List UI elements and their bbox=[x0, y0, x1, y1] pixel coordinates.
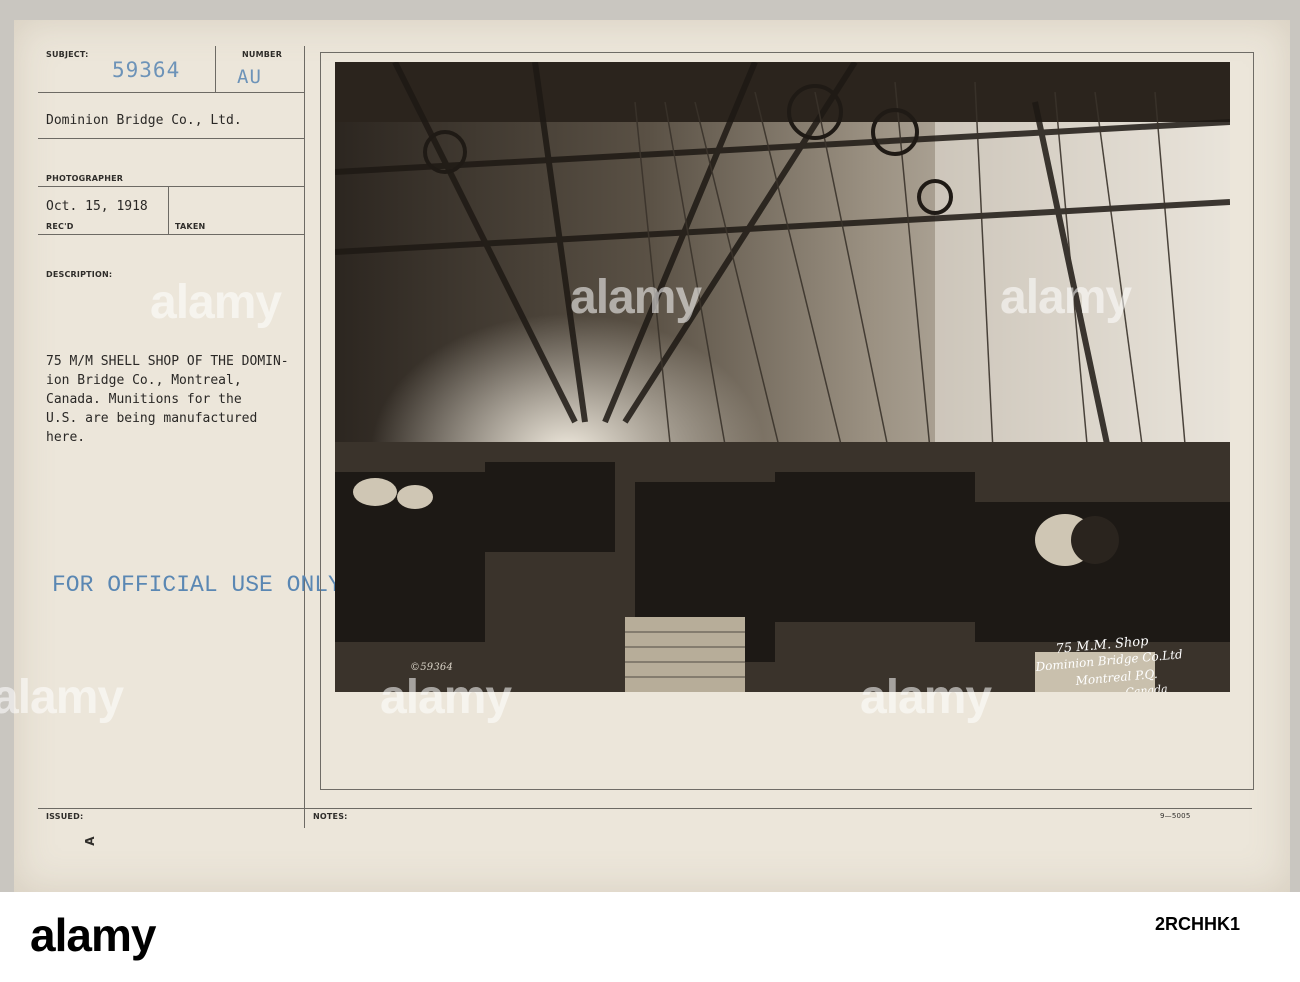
number-value: AU bbox=[237, 66, 262, 88]
subject-label: SUBJECT: bbox=[46, 50, 89, 59]
date-value: Oct. 15, 1918 bbox=[46, 199, 148, 214]
issued-label: ISSUED: bbox=[46, 812, 84, 821]
alamy-logo: alamy bbox=[30, 909, 156, 961]
description-line: here. bbox=[46, 430, 86, 445]
watermark: alamy bbox=[150, 276, 282, 329]
taken-label: TAKEN bbox=[175, 222, 206, 231]
photographer-label: PHOTOGRAPHER bbox=[46, 174, 124, 183]
company-name: Dominion Bridge Co., Ltd. bbox=[46, 113, 242, 128]
watermark: alamy bbox=[1000, 271, 1132, 324]
description-line: U.S. are being manufactured bbox=[46, 411, 258, 426]
divider bbox=[38, 186, 304, 187]
description-line: ion Bridge Co., Montreal, bbox=[46, 373, 242, 388]
recd-label: REC'D bbox=[46, 222, 74, 231]
subject-number: 59364 bbox=[112, 58, 181, 82]
image-id: 2RCHHK1 bbox=[1155, 914, 1241, 934]
divider bbox=[38, 808, 1252, 809]
watermark: alamy bbox=[0, 671, 124, 724]
description-text: 75 M/M SHELL SHOP OF THE DOMIN- ion Brid… bbox=[46, 352, 289, 447]
photo-caption: 75 M.M. Shop Dominion Bridge Co.Ltd Mont… bbox=[1025, 634, 1230, 692]
footer-bar: alamy 2RCHHK1 bbox=[0, 892, 1300, 982]
official-use-stamp: FOR OFFICIAL USE ONLY bbox=[52, 572, 342, 598]
watermark: alamy bbox=[380, 671, 512, 724]
divider bbox=[38, 138, 304, 139]
description-line: Canada. Munitions for the bbox=[46, 392, 242, 407]
notes-label: NOTES: bbox=[313, 812, 348, 821]
description-label: DESCRIPTION: bbox=[46, 270, 113, 279]
divider bbox=[38, 234, 304, 235]
divider bbox=[38, 92, 304, 93]
divider bbox=[215, 46, 216, 92]
description-line: 75 M/M SHELL SHOP OF THE DOMIN- bbox=[46, 354, 289, 369]
caption-line: Canada bbox=[1125, 682, 1169, 692]
divider bbox=[304, 46, 305, 828]
watermark: alamy bbox=[570, 271, 702, 324]
factory-photograph: ©59364 75 M.M. Shop Dominion Bridge Co.L… bbox=[335, 62, 1230, 692]
number-label: NUMBER bbox=[242, 50, 283, 59]
watermark: alamy bbox=[860, 671, 992, 724]
stage: SUBJECT: 59364 NUMBER AU Dominion Bridge… bbox=[0, 0, 1300, 982]
form-code: 9—5005 bbox=[1160, 812, 1191, 820]
issued-mark: A bbox=[82, 836, 97, 846]
divider bbox=[168, 186, 169, 234]
factory-scene-image bbox=[335, 62, 1230, 692]
